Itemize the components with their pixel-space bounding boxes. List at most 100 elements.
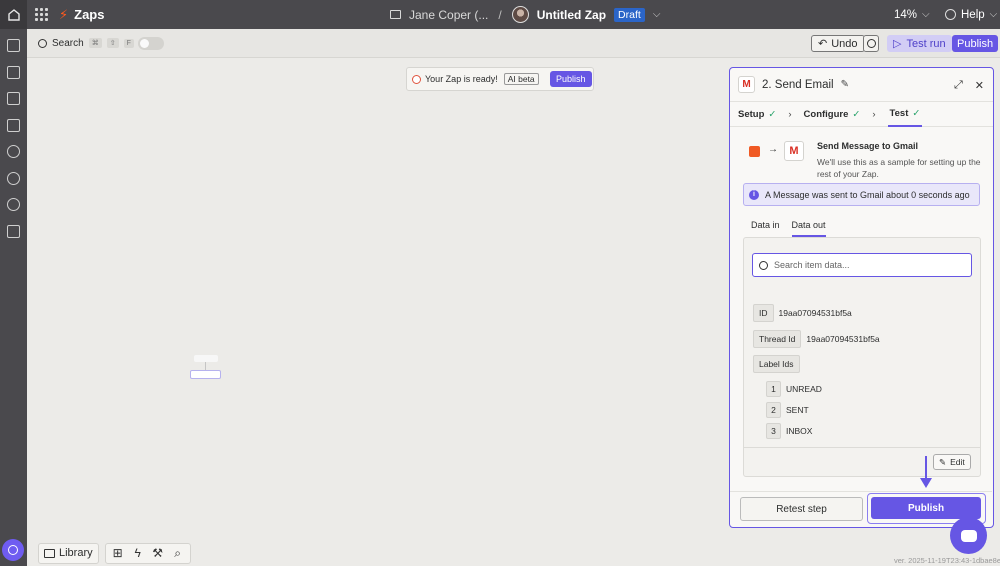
settings-icon[interactable] [7,198,20,211]
wrench-icon[interactable]: ⚒ [150,545,166,561]
pencil-icon[interactable]: ✎ [841,79,849,90]
tab-setup[interactable]: Setup ✓ [738,101,776,127]
chevron-down-icon[interactable]: ⌵ [653,9,661,20]
library-button[interactable]: Library [38,542,99,564]
list-index: 1 [766,381,781,397]
send-description: We'll use this as a sample for setting u… [817,157,981,179]
test-run-button[interactable]: ▷ Test run [887,35,952,52]
breadcrumb: Jane Coper (... / Untitled Zap Draft ⌵ [390,0,660,29]
data-row-label-ids: Label Ids [753,355,800,373]
expand-icon[interactable]: ⤢ [954,79,963,92]
chevron-right-icon: › [788,108,792,120]
field-key: Label Ids [753,355,800,373]
brand[interactable]: ⚡ Zaps [59,7,104,23]
breadcrumb-separator: / [498,7,502,22]
chat-icon[interactable] [7,92,20,105]
help-label: Help [961,8,985,21]
info-text: A Message was sent to Gmail about 0 seco… [765,189,970,200]
gmail-icon: M [784,141,804,161]
tab-data-out[interactable]: Data out [791,220,826,237]
list-item: 2 SENT [766,402,809,418]
list-value: SENT [786,405,809,415]
tool-group: ⊞ ϟ ⚒ ⌕ [104,542,191,564]
avatar[interactable] [511,6,529,23]
shortcut-key: ⇧ [106,38,119,48]
field-key: ID [753,304,774,322]
field-value: 19aa07094531bf5a [806,334,880,344]
app-grid-icon[interactable] [35,7,49,22]
undo-button[interactable]: ↶ Undo [811,35,865,52]
panel-header: M 2. Send Email ✎ ⤢ ✕ [730,68,993,101]
zap-ready-banner: Your Zap is ready! AI beta Publish [406,67,594,91]
apps-icon[interactable] [7,39,20,52]
zap-bolt-icon: ⚡ [59,6,69,22]
tab-configure[interactable]: Configure ✓ [804,101,861,127]
help-icon [945,9,956,20]
send-title: Send Message to Gmail [817,141,919,151]
retest-step-button[interactable]: Retest step [740,497,863,521]
search-icon [759,260,768,270]
check-icon: ✓ [768,108,777,120]
help-menu[interactable]: Help ⌵ [945,0,997,29]
editor-toolbar: Search ⌘ ⇧ F ↶ Undo ▷ Test run Publish [27,29,1000,58]
publish-button[interactable]: Publish [952,35,999,52]
alert-icon [412,74,421,84]
history-icon[interactable] [7,145,20,158]
zoom-level: 14% [894,8,918,21]
chat-icon [960,529,977,542]
left-rail [0,29,27,566]
search-icon[interactable]: ⌕ [170,545,186,561]
tab-test[interactable]: Test ✓ [887,101,923,127]
folder-icon [390,10,401,19]
library-label: Library [59,547,93,559]
item-search-input[interactable] [774,260,954,270]
tab-label: Setup [738,108,765,120]
trigger-step-node[interactable] [194,355,218,362]
copilot-icon [8,545,18,555]
folder-crumb[interactable]: Jane Coper (... [409,8,488,22]
support-chat-button[interactable] [950,517,987,554]
zoom-control[interactable]: 14% ⌵ [894,0,930,29]
list-index: 2 [766,402,781,418]
field-value: 19aa07094531bf5a [778,308,852,318]
activity-icon[interactable] [7,172,20,185]
edit-button[interactable]: ✎ Edit [933,454,971,470]
copilot-button[interactable] [2,539,24,561]
bolt-icon[interactable]: ϟ [130,545,146,561]
home-button[interactable] [0,0,27,29]
pencil-icon: ✎ [939,456,947,467]
zaps-icon[interactable] [7,66,20,79]
close-icon[interactable]: ✕ [975,79,984,92]
check-icon: ✓ [912,107,921,119]
panel-title[interactable]: 2. Send Email [762,79,834,91]
canvas-search[interactable]: Search ⌘ ⇧ F [38,38,134,49]
tables-icon[interactable] [7,225,20,238]
check-icon: ✓ [852,108,861,120]
data-row-thread: Thread Id 19aa07094531bf5a [753,330,880,348]
undo-icon: ↶ [818,38,828,50]
action-step-node[interactable] [190,370,221,379]
trigger-app-icon [749,146,760,157]
shortcut-key: F [123,38,134,48]
list-value: UNREAD [786,384,822,394]
history-button[interactable] [863,35,879,52]
item-search[interactable] [752,253,972,277]
step-connector [205,362,206,370]
panel-publish-button[interactable]: Publish [871,497,981,519]
tab-data-in[interactable]: Data in [751,220,780,237]
view-toggle[interactable] [137,36,164,50]
data-row-id: ID 19aa07094531bf5a [753,304,852,322]
calendar-icon[interactable] [7,119,20,132]
banner-publish-button[interactable]: Publish [550,71,592,87]
info-banner: i A Message was sent to Gmail about 0 se… [743,183,980,206]
play-icon: ▷ [893,38,902,50]
data-output-box: ID 19aa07094531bf5a Thread Id 19aa070945… [743,237,981,477]
info-icon: i [749,189,759,200]
components-icon[interactable]: ⊞ [110,545,126,561]
top-bar: ⚡ Zaps Jane Coper (... / Untitled Zap Dr… [0,0,1000,29]
list-index: 3 [766,423,781,439]
zap-name[interactable]: Untitled Zap [537,8,606,22]
chevron-right-icon: › [872,108,876,120]
version-label: ver. 2025-11-19T23:43-1dbae8e5 [894,556,1000,565]
list-item: 3 INBOX [766,423,812,439]
